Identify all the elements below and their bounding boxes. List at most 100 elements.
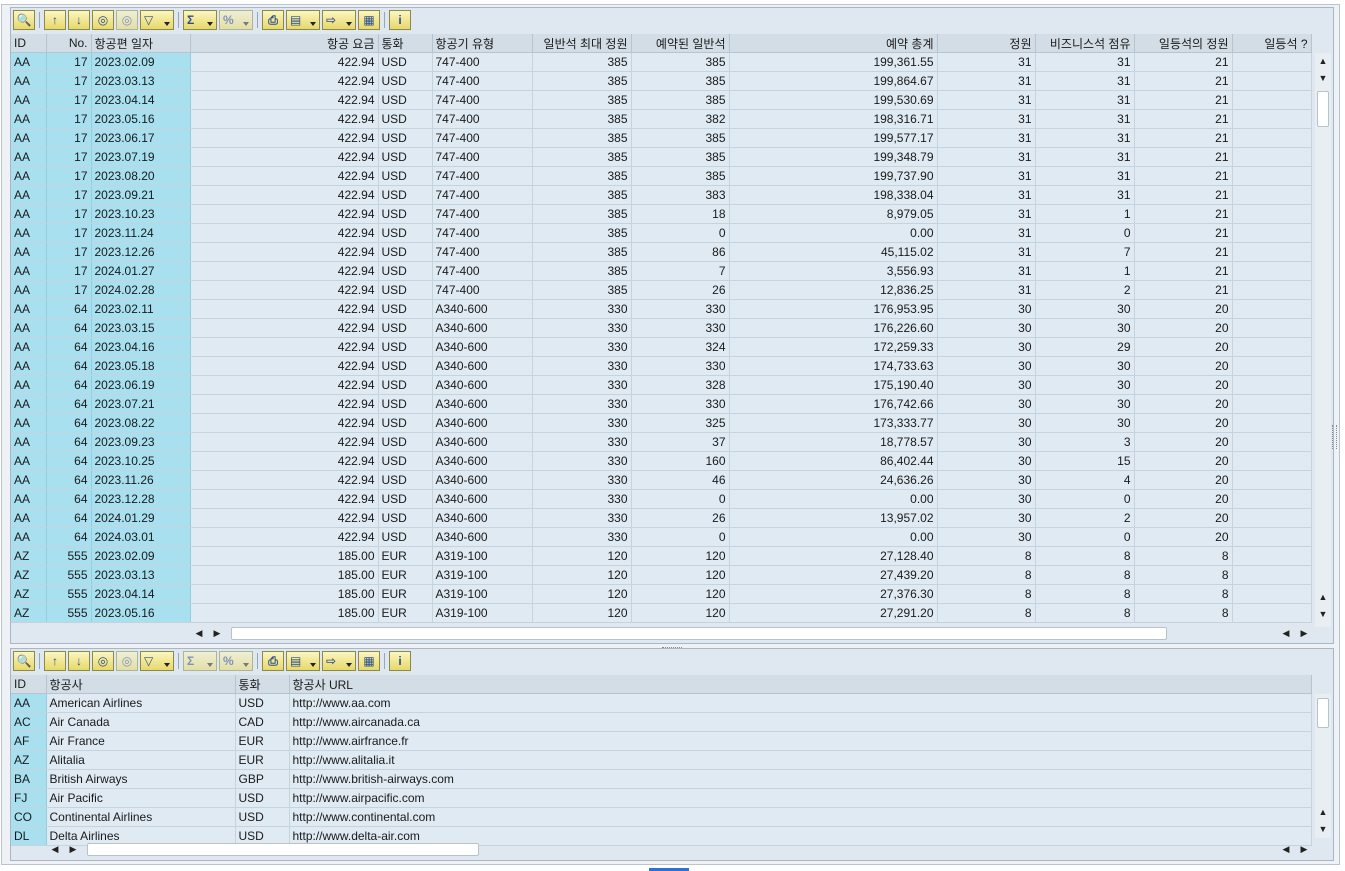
table-cell[interactable]: 0 [1035, 527, 1135, 547]
horizontal-scroll-thumb[interactable] [231, 627, 1167, 640]
table-cell[interactable]: USD [378, 128, 433, 148]
table-cell[interactable]: AA [11, 90, 47, 110]
table-cell[interactable]: 64 [46, 299, 92, 319]
table-cell[interactable] [1232, 185, 1312, 205]
table-cell[interactable]: 64 [46, 394, 92, 414]
table-cell[interactable]: 747-400 [432, 166, 533, 186]
table-cell[interactable]: AA [11, 204, 47, 224]
table-cell[interactable]: 1 [1035, 261, 1135, 281]
table-cell[interactable]: 30 [1035, 413, 1135, 433]
table-row[interactable]: AA 17 2023.03.13 422.94 USD 747-400 385 385 199,… [11, 71, 1312, 91]
table-cell[interactable]: A340-600 [432, 318, 533, 338]
table-cell[interactable] [1232, 489, 1312, 509]
table-cell[interactable]: 17 [46, 128, 92, 148]
table-cell[interactable]: 330 [631, 318, 730, 338]
table-row[interactable]: AA 64 2023.11.26 422.94 USD A340-600 330 46 24,6… [11, 470, 1312, 490]
table-cell[interactable]: 12,836.25 [729, 280, 938, 300]
table-cell[interactable]: USD [378, 489, 433, 509]
table-cell[interactable]: 21 [1134, 204, 1233, 224]
table-cell[interactable]: 2023.06.17 [91, 128, 191, 148]
table-cell[interactable]: 2023.12.26 [91, 242, 191, 262]
table-cell[interactable]: A319-100 [432, 584, 533, 604]
table-cell[interactable] [1232, 299, 1312, 319]
scroll-right-icon[interactable]: ▶ [1296, 625, 1312, 641]
column-header-id[interactable]: ID [11, 34, 47, 53]
table-cell[interactable] [1232, 90, 1312, 110]
table-cell[interactable]: AA [11, 280, 47, 300]
table-cell[interactable]: CO [11, 807, 47, 827]
table-cell[interactable]: 2023.10.23 [91, 204, 191, 224]
table-cell[interactable]: 8 [1035, 546, 1135, 566]
table-row[interactable]: AA 17 2023.12.26 422.94 USD 747-400 385 86 45,11… [11, 242, 1312, 262]
table-cell[interactable]: 330 [532, 375, 632, 395]
table-cell[interactable]: 64 [46, 375, 92, 395]
table-row[interactable]: AA 64 2023.10.25 422.94 USD A340-600 330 160 86,… [11, 451, 1312, 471]
print-icon[interactable]: ⎙ [262, 10, 284, 30]
table-cell[interactable]: AA [11, 451, 47, 471]
table-row[interactable]: AA 17 2023.02.09 422.94 USD 747-400 385 385 199,… [11, 52, 1312, 72]
table-cell[interactable]: http://www.aa.com [289, 693, 1312, 713]
scroll-down-icon[interactable]: ▼ [1315, 70, 1331, 86]
table-cell[interactable]: AA [11, 109, 47, 129]
table-cell[interactable]: 20 [1134, 356, 1233, 376]
table-row[interactable]: AA 17 2024.01.27 422.94 USD 747-400 385 7 3,556.… [11, 261, 1312, 281]
table-cell[interactable]: GBP [235, 769, 290, 789]
table-cell[interactable]: AA [11, 166, 47, 186]
table-cell[interactable]: A340-600 [432, 432, 533, 452]
table-cell[interactable]: BA [11, 769, 47, 789]
column-header-first-capacity[interactable]: 일등석의 정원 [1134, 34, 1233, 53]
table-cell[interactable]: 37 [631, 432, 730, 452]
scroll-left-icon[interactable]: ◀ [191, 625, 207, 641]
table-cell[interactable] [1232, 318, 1312, 338]
table-cell[interactable] [1232, 166, 1312, 186]
table-cell[interactable]: 422.94 [190, 261, 379, 281]
table-cell[interactable]: EUR [378, 565, 433, 585]
column-header-booking-total[interactable]: 예약 총계 [729, 34, 938, 53]
table-cell[interactable]: 422.94 [190, 337, 379, 357]
table-row[interactable]: AA 64 2023.03.15 422.94 USD A340-600 330 330 176… [11, 318, 1312, 338]
table-cell[interactable] [1232, 413, 1312, 433]
table-cell[interactable]: 21 [1134, 223, 1233, 243]
table-cell[interactable]: 747-400 [432, 261, 533, 281]
table-cell[interactable]: 325 [631, 413, 730, 433]
table-row[interactable]: AA 17 2024.02.28 422.94 USD 747-400 385 26 12,83… [11, 280, 1312, 300]
table-cell[interactable]: CAD [235, 712, 290, 732]
table-cell[interactable]: AA [11, 489, 47, 509]
sort-ascending-icon[interactable]: ↑ [44, 10, 66, 30]
table-cell[interactable]: 422.94 [190, 527, 379, 547]
table-cell[interactable]: 120 [631, 546, 730, 566]
table-cell[interactable]: 422.94 [190, 318, 379, 338]
table-cell[interactable]: 26 [631, 508, 730, 528]
table-cell[interactable]: 385 [631, 90, 730, 110]
table-cell[interactable]: A319-100 [432, 603, 533, 623]
table-cell[interactable]: 422.94 [190, 299, 379, 319]
table-cell[interactable]: 30 [937, 299, 1036, 319]
table-cell[interactable]: Air Pacific [46, 788, 236, 808]
table-cell[interactable]: 8,979.05 [729, 204, 938, 224]
table-cell[interactable]: 160 [631, 451, 730, 471]
table-cell[interactable]: 8 [1134, 584, 1233, 604]
table-cell[interactable]: EUR [378, 584, 433, 604]
table-cell[interactable]: 30 [937, 527, 1036, 547]
table-cell[interactable]: USD [378, 52, 433, 72]
table-cell[interactable]: 17 [46, 147, 92, 167]
table-cell[interactable]: 64 [46, 508, 92, 528]
table-cell[interactable]: AA [11, 242, 47, 262]
table-cell[interactable] [1232, 432, 1312, 452]
table-cell[interactable]: http://www.british-airways.com [289, 769, 1312, 789]
column-header-currency[interactable]: 통화 [235, 675, 290, 694]
table-cell[interactable]: 422.94 [190, 470, 379, 490]
table-cell[interactable]: 17 [46, 185, 92, 205]
table-cell[interactable]: 198,316.71 [729, 109, 938, 129]
table-row[interactable]: AA 64 2023.07.21 422.94 USD A340-600 330 330 176… [11, 394, 1312, 414]
table-cell[interactable]: A340-600 [432, 299, 533, 319]
table-cell[interactable]: 29 [1035, 337, 1135, 357]
table-cell[interactable] [1232, 394, 1312, 414]
table-cell[interactable]: 31 [937, 280, 1036, 300]
flights-horizontal-scrollbar[interactable]: ◀ ▶ ◀ ▶ [191, 625, 1316, 641]
table-cell[interactable]: AZ [11, 603, 47, 623]
table-cell[interactable]: 21 [1134, 109, 1233, 129]
print-icon[interactable]: ⎙ [262, 651, 284, 671]
layout-icon[interactable]: ▦ [358, 10, 380, 30]
table-cell[interactable]: 747-400 [432, 109, 533, 129]
